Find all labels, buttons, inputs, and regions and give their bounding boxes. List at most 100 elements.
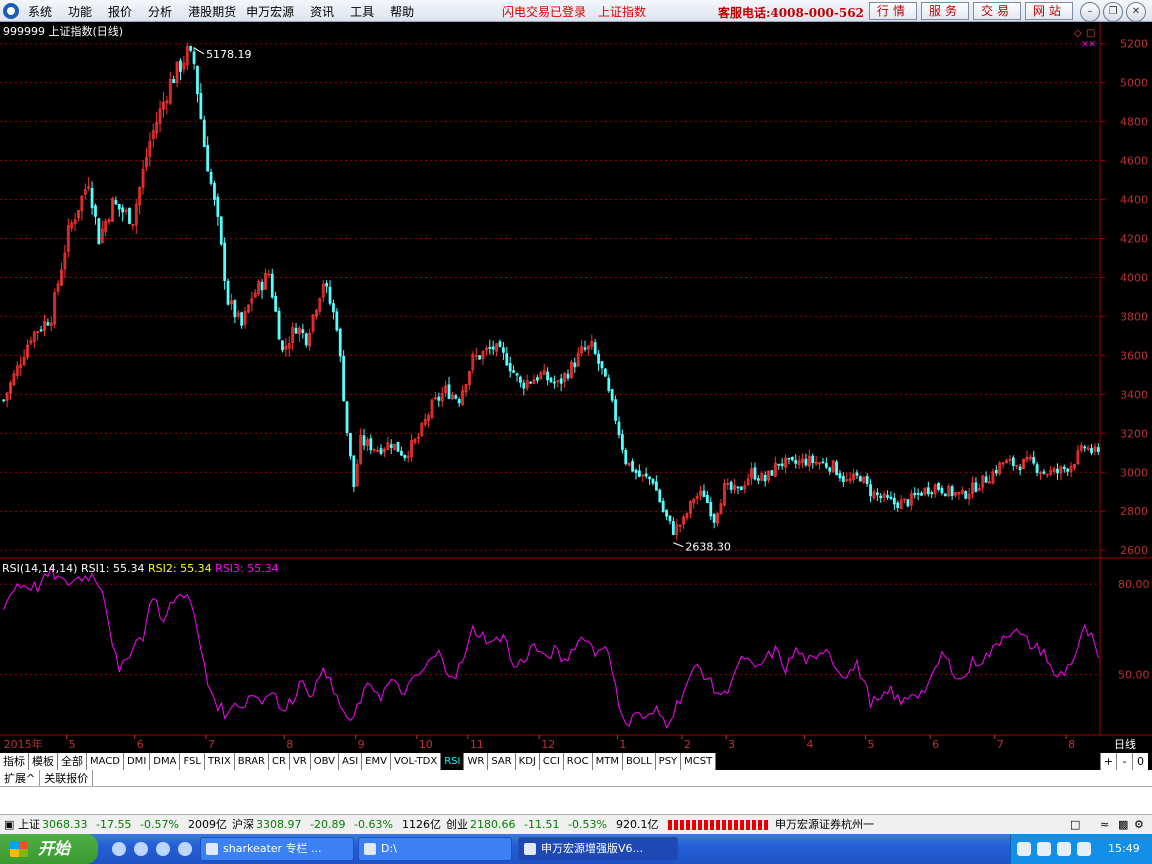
candle-body [892,497,896,505]
candle [236,310,240,320]
menu-quote[interactable]: 报价 [108,3,132,20]
candle [226,278,230,306]
sh-price[interactable]: 3068.33 [42,815,88,834]
language-icon[interactable] [1017,842,1031,856]
hs-price[interactable]: 3308.97 [256,815,302,834]
zoom-reset-button[interactable]: 0 [1132,753,1148,770]
task-browser[interactable]: sharkeater 专栏 ... [200,837,354,861]
candle-body [196,65,199,95]
candle-body [172,78,176,84]
menu-tools[interactable]: 工具 [350,3,374,20]
candle-body [396,441,400,452]
lock-icon[interactable]: ▩ [1118,815,1128,834]
indicator-tab-mtm[interactable]: MTM [592,753,623,770]
candle-body [277,310,281,340]
market-button[interactable]: 行情 [869,2,917,20]
candle [427,412,431,428]
menu-hk-futures[interactable]: 港股期货 [188,3,236,20]
menu-system[interactable]: 系统 [28,3,52,20]
candle [631,458,634,473]
menu-help[interactable]: 帮助 [390,3,414,20]
app-logo-icon[interactable] [3,3,19,19]
indicator-tab-dmi[interactable]: DMI [123,753,151,770]
candle-body [240,312,244,326]
indicator-tab-fsl[interactable]: FSL [180,753,205,770]
indicator-tab-brar[interactable]: BRAR [234,753,269,770]
indicator-tab-trix[interactable]: TRIX [204,753,235,770]
candle-body [794,460,798,464]
candle [767,470,770,484]
service-button[interactable]: 服务 [921,2,969,20]
related-quotes-tab[interactable]: 关联报价 [40,770,94,786]
indicator-tab-cci[interactable]: CCI [539,753,564,770]
candle-body [209,171,213,184]
zoom-out-button[interactable]: - [1116,753,1132,770]
candle [729,480,733,494]
security-icon[interactable] [1077,842,1091,856]
candle [988,475,991,484]
chart-labels: 2600 2800 3000 3200 3400 3600 3800 4000 4200 4400… [2,24,1150,751]
settings-icon[interactable]: ⚙ [1134,815,1144,834]
indicator-tab-wr[interactable]: WR [464,753,489,770]
candle-body [260,281,264,291]
chart-area[interactable]: 2600 2800 3000 3200 3400 3600 3800 4000 4200 4400… [0,22,1152,753]
indicator-tab-mcst[interactable]: MCST [681,753,717,770]
candle-body [549,377,553,383]
candle-body [654,481,658,491]
ie-icon[interactable] [112,842,126,856]
menu-broker[interactable]: 申万宏源 [246,3,294,20]
restore-icon[interactable]: ❐ [1103,2,1123,22]
indicator-tab-obv[interactable]: OBV [310,753,339,770]
indicator-tab-全部[interactable]: 全部 [58,753,87,770]
network-icon[interactable] [1057,842,1071,856]
indicator-tab-sar[interactable]: SAR [488,753,516,770]
indicator-tab-指标[interactable]: 指标 [0,753,29,770]
candle [637,464,641,478]
close-icon[interactable]: ✕ [1126,2,1146,22]
indicator-tab-dma[interactable]: DMA [150,753,181,770]
indicator-tab-emv[interactable]: EMV [362,753,391,770]
start-button[interactable]: 开始 [0,834,98,864]
indicator-tab-macd[interactable]: MACD [87,753,124,770]
candle-body [614,399,617,421]
task-browser-label: sharkeater 专栏 ... [223,842,322,855]
indicator-tab-模板[interactable]: 模板 [29,753,58,770]
browser-icon[interactable] [134,842,148,856]
indicator-tab-rsi[interactable]: RSI [441,753,465,770]
indicator-tab-psy[interactable]: PSY [655,753,682,770]
task-trading-app[interactable]: 申万宏源增强版V6... [518,837,678,861]
menu-analysis[interactable]: 分析 [148,3,172,20]
candle [287,336,291,357]
indicator-tab-cr[interactable]: CR [269,753,290,770]
candle-body [828,467,832,472]
indicator-tab-kdj[interactable]: KDJ [515,753,540,770]
antivirus-icon[interactable] [1037,842,1051,856]
candle [536,374,539,384]
candle-body [926,487,930,495]
website-button[interactable]: 网站 [1025,2,1073,20]
candle [451,391,454,400]
indicator-tab-boll[interactable]: BOLL [622,753,656,770]
cy-price[interactable]: 2180.66 [470,815,516,834]
candle [763,471,767,487]
minimize-icon[interactable]: – [1080,2,1100,22]
indicator-tab-asi[interactable]: ASI [339,753,363,770]
trade-button[interactable]: 交易 [973,2,1021,20]
indicator-tab-roc[interactable]: ROC [563,753,593,770]
candle-body [546,371,550,381]
indicator-tab-vol-tdx[interactable]: VOL-TDX [390,753,442,770]
media-icon[interactable] [156,842,170,856]
zoom-in-button[interactable]: + [1100,753,1116,770]
candle [223,237,227,290]
candle [886,490,889,501]
candle [947,483,951,498]
expand-tab[interactable]: 扩展^ [0,770,41,786]
task-explorer[interactable]: D:\ [358,837,512,861]
quick-launch-arrow-icon[interactable] [178,842,192,856]
menu-function[interactable]: 功能 [68,3,92,20]
price-tick-label: 4600 [1120,155,1148,168]
indicator-tab-vr[interactable]: VR [289,753,311,770]
hs-amount: 1126亿 [402,818,441,831]
news-icon[interactable]: □ [1070,815,1080,834]
menu-news[interactable]: 资讯 [310,3,334,20]
